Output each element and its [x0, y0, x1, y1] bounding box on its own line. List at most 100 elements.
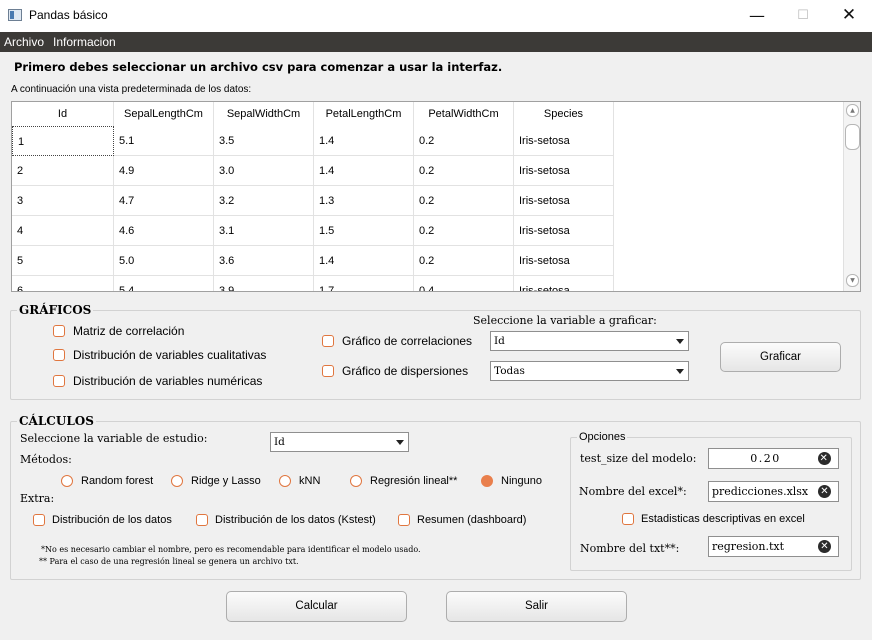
table-cell[interactable]: 4.6 [114, 216, 214, 246]
random-forest-radio[interactable]: Random forest [61, 475, 153, 487]
table-cell[interactable]: 4 [12, 216, 114, 246]
checkbox-box[interactable] [622, 513, 634, 525]
input-value: predicciones.xlsx [712, 485, 809, 498]
table-cell[interactable]: 1.4 [314, 126, 414, 156]
table-cell[interactable]: 3.9 [214, 276, 314, 291]
txt-name-input[interactable]: regresion.txt ✕ [708, 536, 839, 557]
table-cell[interactable]: 0.2 [414, 216, 514, 246]
table-cell[interactable]: 0.2 [414, 126, 514, 156]
column-header[interactable]: SepalLengthCm [114, 102, 214, 126]
table-cell[interactable]: Iris-setosa [514, 216, 614, 246]
test-size-input[interactable]: 0.20 ✕ [708, 448, 839, 469]
table-cell[interactable]: 5.0 [114, 246, 214, 276]
clear-icon[interactable]: ✕ [818, 452, 831, 465]
scrollbar-thumb[interactable] [845, 124, 860, 150]
table-cell[interactable]: 1 [12, 126, 114, 156]
table-cell[interactable]: Iris-setosa [514, 276, 614, 291]
table-cell[interactable]: 3.5 [214, 126, 314, 156]
txt-name-label: Nombre del txt**: [580, 542, 680, 555]
chevron-down-icon [396, 440, 404, 445]
checkbox-box[interactable] [53, 325, 65, 337]
table-vertical-scrollbar[interactable]: ▲ ▼ [843, 102, 860, 291]
table-cell[interactable]: 3 [12, 186, 114, 216]
column-header[interactable]: Id [12, 102, 114, 126]
checkbox-box[interactable] [33, 514, 45, 526]
table-cell[interactable]: 4.7 [114, 186, 214, 216]
dist-numericas-checkbox[interactable]: Distribución de variables numéricas [53, 374, 262, 388]
menu-archivo[interactable]: Archivo [4, 35, 44, 49]
checkbox-box[interactable] [196, 514, 208, 526]
regresion-lineal-radio[interactable]: Regresión lineal** [350, 475, 457, 487]
checkbox-box[interactable] [322, 365, 334, 377]
radio-dot[interactable] [350, 475, 362, 487]
checkbox-box[interactable] [398, 514, 410, 526]
graficar-button[interactable]: Graficar [720, 342, 841, 372]
table-cell[interactable]: 1.7 [314, 276, 414, 291]
menu-informacion[interactable]: Informacion [53, 35, 116, 49]
grafico-dispersiones-checkbox[interactable]: Gráfico de dispersiones [322, 364, 468, 378]
clear-icon[interactable]: ✕ [818, 485, 831, 498]
knn-radio[interactable]: kNN [279, 475, 320, 487]
dispersiones-variable-select[interactable]: Todas [490, 361, 689, 381]
table-cell[interactable]: 5.1 [114, 126, 214, 156]
scroll-down-arrow-icon[interactable]: ▼ [846, 274, 859, 287]
table-cell[interactable]: Iris-setosa [514, 186, 614, 216]
table-cell[interactable]: 0.2 [414, 156, 514, 186]
table-cell[interactable]: Iris-setosa [514, 246, 614, 276]
table-cell[interactable]: 0.2 [414, 186, 514, 216]
table-cell[interactable]: 6 [12, 276, 114, 291]
dist-cualitativas-checkbox[interactable]: Distribución de variables cualitativas [53, 348, 266, 362]
checkbox-box[interactable] [53, 349, 65, 361]
table-cell[interactable]: 5.4 [114, 276, 214, 291]
table-cell[interactable]: 3.1 [214, 216, 314, 246]
table-cell[interactable]: 1.5 [314, 216, 414, 246]
radio-dot-selected[interactable] [481, 475, 493, 487]
table-cell[interactable]: Iris-setosa [514, 156, 614, 186]
table-cell[interactable]: 4.9 [114, 156, 214, 186]
table-cell[interactable]: 2 [12, 156, 114, 186]
maximize-button[interactable]: ☐ [780, 0, 826, 32]
salir-button[interactable]: Salir [446, 591, 627, 622]
ninguno-radio[interactable]: Ninguno [481, 475, 542, 487]
checkbox-box[interactable] [322, 335, 334, 347]
chevron-down-icon [676, 339, 684, 344]
clear-icon[interactable]: ✕ [818, 540, 831, 553]
estadisticas-excel-checkbox[interactable]: Estadisticas descriptivas en excel [622, 513, 805, 525]
scroll-up-arrow-icon[interactable]: ▲ [846, 104, 859, 117]
graficar-variable-select[interactable]: Id [490, 331, 689, 351]
variable-estudio-select[interactable]: Id [270, 432, 409, 452]
radio-dot[interactable] [61, 475, 73, 487]
column-header[interactable]: PetalLengthCm [314, 102, 414, 126]
table-cell[interactable]: 1.3 [314, 186, 414, 216]
column-header[interactable]: PetalWidthCm [414, 102, 514, 126]
excel-name-input[interactable]: predicciones.xlsx ✕ [708, 481, 839, 502]
table-cell[interactable]: 3.0 [214, 156, 314, 186]
table-cell[interactable]: 3.2 [214, 186, 314, 216]
table-cell[interactable]: 5 [12, 246, 114, 276]
dist-datos-checkbox[interactable]: Distribución de los datos [33, 514, 172, 526]
dist-kstest-checkbox[interactable]: Distribución de los datos (Kstest) [196, 514, 376, 526]
ridge-lasso-radio[interactable]: Ridge y Lasso [171, 475, 261, 487]
column-header[interactable]: SepalWidthCm [214, 102, 314, 126]
matriz-correlacion-checkbox[interactable]: Matriz de correlación [53, 324, 184, 338]
chevron-down-icon [676, 369, 684, 374]
table-cell[interactable]: 1.4 [314, 156, 414, 186]
test-size-label: test_size del modelo: [580, 452, 697, 465]
table-cell[interactable]: 0.2 [414, 246, 514, 276]
grafico-correlaciones-checkbox[interactable]: Gráfico de correlaciones [322, 334, 472, 348]
radio-dot[interactable] [279, 475, 291, 487]
table-cell[interactable]: 0.4 [414, 276, 514, 291]
title-bar: Pandas básico — ☐ ✕ [0, 0, 872, 32]
resumen-dashboard-checkbox[interactable]: Resumen (dashboard) [398, 514, 526, 526]
table-cell[interactable]: Iris-setosa [514, 126, 614, 156]
checkbox-label: Distribución de los datos [52, 514, 172, 526]
table-cell[interactable]: 3.6 [214, 246, 314, 276]
close-window-button[interactable]: ✕ [826, 0, 872, 32]
table-cell[interactable]: 1.4 [314, 246, 414, 276]
checkbox-box[interactable] [53, 375, 65, 387]
data-table[interactable]: Id SepalLengthCm SepalWidthCm PetalLengthCm… [11, 101, 861, 292]
minimize-button[interactable]: — [734, 0, 780, 32]
column-header[interactable]: Species [514, 102, 614, 126]
radio-dot[interactable] [171, 475, 183, 487]
calcular-button[interactable]: Calcular [226, 591, 407, 622]
